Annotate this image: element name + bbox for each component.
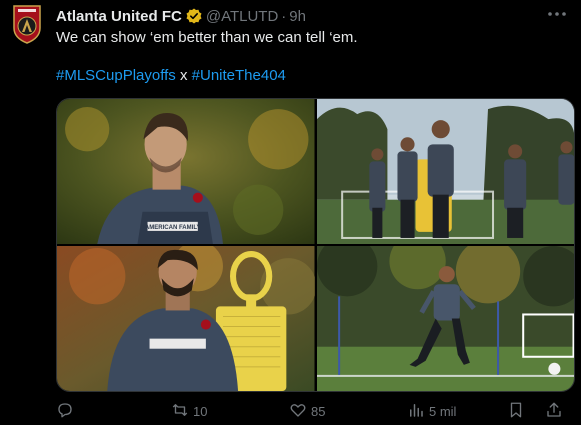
- tweet-hashtags: #MLSCupPlayoffs x #UniteThe404: [56, 66, 286, 86]
- bookmark-icon: [507, 401, 525, 422]
- atlanta-united-crest-icon: [13, 5, 41, 44]
- separator-dot: ·: [281, 7, 287, 25]
- photo-player-with-mannequin[interactable]: [57, 246, 315, 391]
- more-options-icon[interactable]: [545, 4, 569, 24]
- verified-badge-icon: [186, 8, 202, 24]
- share-button[interactable]: [545, 401, 569, 422]
- retweet-count: 10: [193, 403, 208, 419]
- bookmark-button[interactable]: [507, 401, 545, 422]
- share-icon: [545, 401, 563, 422]
- hashtag-link-mls-cup-playoffs[interactable]: #MLSCupPlayoffs: [56, 67, 176, 84]
- heart-icon: [289, 401, 307, 422]
- photo-players-training[interactable]: [316, 99, 574, 244]
- photo-player-dribbling[interactable]: [316, 246, 574, 391]
- tweet-header: Atlanta United FC @ATLUTD · 9h: [56, 6, 306, 26]
- tweet-action-bar: 10 85 5 mil: [56, 400, 573, 422]
- views-button[interactable]: 5 mil: [407, 401, 507, 422]
- hashtag-joiner: x: [179, 67, 188, 84]
- reply-icon: [56, 401, 74, 422]
- photo-shirt-sponsor: AMERICAN FAMILY: [145, 225, 201, 231]
- like-count: 85: [311, 403, 326, 419]
- avatar[interactable]: [12, 4, 42, 44]
- hashtag-link-unite-the-404[interactable]: #UniteThe404: [192, 67, 286, 84]
- retweet-icon: [171, 401, 189, 422]
- views-chart-icon: [407, 401, 425, 422]
- like-button[interactable]: 85: [289, 401, 407, 422]
- media-grid: AMERICAN FAMILY: [56, 98, 575, 392]
- views-count: 5 mil: [429, 403, 457, 419]
- author-handle[interactable]: @ATLUTD: [206, 8, 278, 25]
- photo-player-portrait[interactable]: AMERICAN FAMILY: [57, 99, 315, 244]
- retweet-button[interactable]: 10: [171, 401, 289, 422]
- author-name[interactable]: Atlanta United FC: [56, 8, 182, 25]
- tweet-text: We can show ‘em better than we can tell …: [56, 29, 358, 46]
- tweet-timestamp[interactable]: 9h: [289, 8, 306, 25]
- reply-button[interactable]: [56, 401, 136, 422]
